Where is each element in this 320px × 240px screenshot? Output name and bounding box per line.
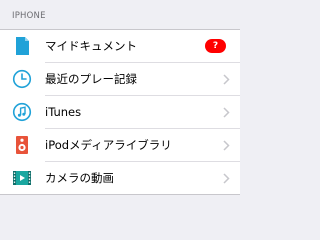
speaker-icon (12, 135, 32, 155)
menu-item-label: iTunes (45, 105, 82, 119)
menu-item-label: 最近のプレー記録 (45, 72, 137, 86)
menu-item-ipod-media-library[interactable]: iPodメディアライブラリ (0, 129, 240, 162)
notification-badge: ? (205, 39, 226, 53)
menu-item-camera-videos[interactable]: カメラの動画 (0, 162, 240, 195)
clock-icon (12, 69, 32, 89)
chevron-right-icon (223, 74, 230, 85)
menu-item-recent-plays[interactable]: 最近のプレー記録 (0, 63, 240, 96)
menu-item-label: iPodメディアライブラリ (45, 138, 172, 152)
menu-item-label: カメラの動画 (45, 171, 114, 185)
chevron-right-icon (223, 140, 230, 151)
section-header: IPHONE (12, 11, 46, 21)
music-note-icon (12, 102, 32, 122)
app-screen: IPHONE マイドキュメント ? 最近のプレー記録 iTunes iPodメデ… (0, 0, 240, 240)
chevron-right-icon (223, 173, 230, 184)
menu-item-itunes[interactable]: iTunes (0, 96, 240, 129)
menu-item-label: マイドキュメント (45, 39, 137, 53)
document-icon (12, 36, 32, 56)
film-strip-icon (12, 168, 32, 188)
menu-item-my-documents[interactable]: マイドキュメント ? (0, 30, 240, 63)
chevron-right-icon (223, 107, 230, 118)
menu-list: マイドキュメント ? 最近のプレー記録 iTunes iPodメディアライブラリ… (0, 29, 240, 195)
